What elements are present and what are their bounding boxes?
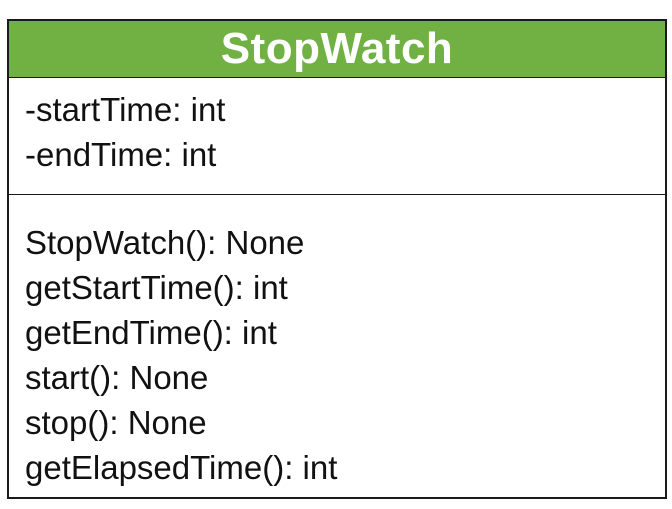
attribute-end-time: -endTime: int [25,136,217,173]
method-get-elapsed-time: getElapsedTime(): int [25,449,338,486]
method-get-start-time: getStartTime(): int [25,269,288,306]
method-stop: stop(): None [25,404,207,441]
method-constructor: StopWatch(): None [25,224,305,261]
method-start: start(): None [25,359,209,396]
attribute-start-time: -startTime: int [25,91,226,128]
class-header: StopWatch [9,21,665,78]
uml-class-box: StopWatch -startTime: int -endTime: int … [7,19,667,499]
class-name: StopWatch [220,24,454,73]
methods-section: StopWatch(): None getStartTime(): int ge… [9,196,665,490]
attributes-section: -startTime: int -endTime: int [9,78,665,195]
method-get-end-time: getEndTime(): int [25,314,277,351]
